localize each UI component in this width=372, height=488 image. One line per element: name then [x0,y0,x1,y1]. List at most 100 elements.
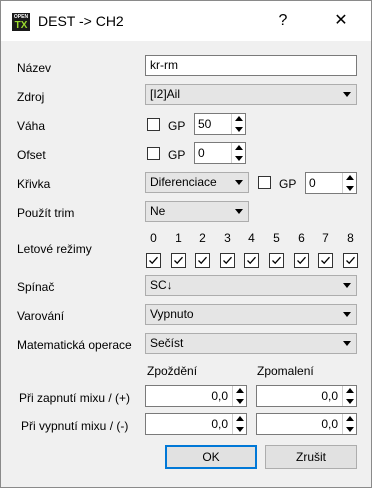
warning-label: Varování [17,309,65,323]
flight-mode-checkbox[interactable] [318,253,333,268]
checkmark-icon [321,256,330,265]
offset-gp-checkbox[interactable] [147,147,160,160]
chevron-down-icon [235,180,243,185]
flight-mode-checkbox[interactable] [195,253,210,268]
weight-label: Váha [17,119,46,133]
flight-mode-number: 2 [199,231,206,245]
flight-mode-checkbox[interactable] [171,253,186,268]
math-op-value: Sečíst [150,336,184,350]
warning-value: Vypnuto [150,307,194,321]
flight-mode-checkbox[interactable] [146,253,161,268]
spin-down-icon[interactable] [342,183,356,193]
flight-mode-number: 6 [298,231,305,245]
spin-down-icon[interactable] [231,153,245,163]
curve-spinbox[interactable]: 0 [305,172,357,194]
curve-type-value: Diferenciace [150,175,217,189]
spin-down-icon[interactable] [232,396,246,406]
source-value: [I2]Ail [150,87,181,101]
spin-up-icon[interactable] [342,414,356,424]
offset-spinbox[interactable]: 0 [194,142,246,164]
close-button[interactable]: ✕ [327,9,355,33]
dialog-body: Název kr-rm Zdroj [I2]Ail Váha GP 50 Ofs… [1,41,371,487]
flight-mode-number: 1 [175,231,182,245]
curve-value: 0 [309,176,316,190]
flight-mode-number: 4 [248,231,255,245]
on-slow-spinbox[interactable]: 0,0 [256,385,357,407]
title-bar: OPEN TX DEST -> CH2 ? ✕ [1,1,371,41]
off-slow-spinbox[interactable]: 0,0 [256,413,357,435]
spin-up-icon[interactable] [231,114,245,124]
on-delay-value: 0,0 [211,389,228,403]
spin-up-icon[interactable] [232,414,246,424]
offset-gp-label: GP [168,148,186,162]
flight-mode-number: 8 [347,231,354,245]
flight-mode-number: 0 [150,231,157,245]
flight-modes-label: Letové režimy [17,242,92,256]
spin-up-icon[interactable] [342,173,356,183]
weight-spinbox[interactable]: 50 [194,113,246,135]
opentx-logo-icon: OPEN TX [12,13,30,31]
trim-select[interactable]: Ne [145,201,249,222]
curve-type-select[interactable]: Diferenciace [145,172,249,193]
spin-down-icon[interactable] [342,424,356,434]
slow-header: Zpomalení [257,364,314,378]
chevron-down-icon [235,209,243,214]
mix-off-label: Při vypnutí mixu / (-) [21,419,129,433]
spin-up-icon[interactable] [231,143,245,153]
cancel-button[interactable]: Zrušit [265,445,357,469]
flight-mode-number: 7 [322,231,329,245]
spin-down-icon[interactable] [232,424,246,434]
window-title: DEST -> CH2 [38,13,124,29]
weight-value: 50 [198,117,212,131]
name-label: Název [17,61,52,75]
on-delay-spinbox[interactable]: 0,0 [145,385,247,407]
checkmark-icon [149,256,158,265]
off-slow-value: 0,0 [321,417,338,431]
name-input[interactable]: kr-rm [145,55,357,76]
chevron-down-icon [343,92,351,97]
curve-label: Křivka [17,177,51,191]
chevron-down-icon [343,283,351,288]
checkmark-icon [223,256,232,265]
checkmark-icon [272,256,281,265]
checkmark-icon [198,256,207,265]
checkmark-icon [346,256,355,265]
spin-down-icon[interactable] [231,124,245,134]
flight-mode-checkbox[interactable] [244,253,259,268]
warning-select[interactable]: Vypnuto [145,304,357,325]
switch-select[interactable]: SC↓ [145,275,357,296]
curve-gp-checkbox[interactable] [258,176,271,189]
flight-mode-number: 5 [273,231,280,245]
weight-gp-label: GP [168,119,186,133]
math-op-select[interactable]: Sečíst [145,333,357,354]
delay-header: Zpoždění [147,364,198,378]
checkmark-icon [174,256,183,265]
switch-value: SC↓ [150,278,173,292]
spin-up-icon[interactable] [342,386,356,396]
offset-label: Ofset [17,148,46,162]
weight-gp-checkbox[interactable] [147,118,160,131]
source-select[interactable]: [I2]Ail [145,84,357,105]
spin-up-icon[interactable] [232,386,246,396]
chevron-down-icon [343,312,351,317]
mix-dialog: OPEN TX DEST -> CH2 ? ✕ Název kr-rm Zdro… [0,0,372,488]
ok-button[interactable]: OK [165,445,257,469]
mix-on-label: Při zapnutí mixu / (+) [19,391,131,405]
spin-down-icon[interactable] [342,396,356,406]
off-delay-value: 0,0 [211,417,228,431]
flight-mode-checkbox[interactable] [343,253,358,268]
off-delay-spinbox[interactable]: 0,0 [145,413,247,435]
trim-label: Použít trim [17,206,75,220]
checkmark-icon [247,256,256,265]
help-button[interactable]: ? [269,9,297,33]
offset-value: 0 [198,146,205,160]
source-label: Zdroj [17,90,45,104]
flight-mode-checkbox[interactable] [269,253,284,268]
flight-mode-checkbox[interactable] [220,253,235,268]
flight-mode-checkbox[interactable] [294,253,309,268]
switch-label: Spínač [17,280,55,294]
flight-mode-number: 3 [224,231,231,245]
on-slow-value: 0,0 [321,389,338,403]
math-op-label: Matematická operace [17,338,132,352]
curve-gp-label: GP [279,177,297,191]
